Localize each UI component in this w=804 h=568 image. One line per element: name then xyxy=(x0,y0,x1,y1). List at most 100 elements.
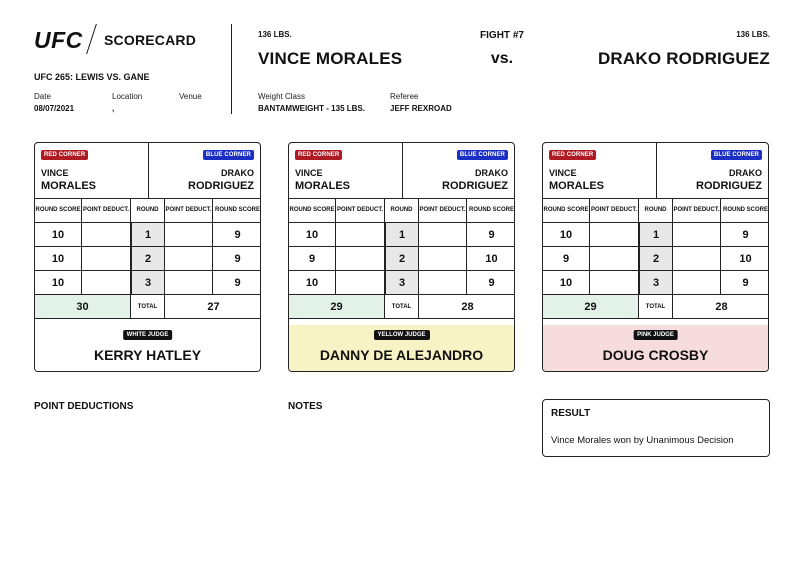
red-point-deduct xyxy=(590,271,639,295)
red-fighter-name: VINCE MORALES xyxy=(258,49,403,68)
red-round-score: 9 xyxy=(289,247,336,271)
weight-class-value: BANTAMWEIGHT - 135 LBS. xyxy=(258,104,365,113)
total-label: TOTAL xyxy=(639,295,673,319)
date-label: Date xyxy=(34,92,51,101)
round-number: 2 xyxy=(385,247,419,271)
blue-total-score: 28 xyxy=(419,295,514,319)
judge-area: WHITE JUDGE KERRY HATLEY xyxy=(35,325,260,371)
red-point-deduct-header: POINT DEDUCT. xyxy=(82,199,131,223)
blue-round-score: 9 xyxy=(213,223,260,247)
red-last-name: MORALES xyxy=(41,180,96,192)
red-round-score: 10 xyxy=(35,271,82,295)
judge-scorecard: RED CORNER BLUE CORNER VINCE MORALES DRAKO RO… xyxy=(542,142,769,372)
blue-last-name: RODRIGUEZ xyxy=(696,180,762,192)
red-fighter-weight: 136 LBS. xyxy=(258,30,292,39)
blue-first-name: DRAKO xyxy=(475,168,508,178)
red-round-score: 10 xyxy=(543,223,590,247)
blue-total-score: 28 xyxy=(673,295,768,319)
judge-color-badge: WHITE JUDGE xyxy=(122,330,173,340)
vs-label: vs. xyxy=(490,50,514,67)
red-round-score: 10 xyxy=(35,247,82,271)
judge-scorecard: RED CORNER BLUE CORNER VINCE MORALES DRAKO RO… xyxy=(288,142,515,372)
red-point-deduct xyxy=(590,223,639,247)
fighter-names: RED CORNER BLUE CORNER VINCE MORALES DRAKO RO… xyxy=(35,143,260,199)
result-box: RESULT Vince Morales won by Unanimous De… xyxy=(542,399,770,457)
blue-corner-badge: BLUE CORNER xyxy=(202,150,254,160)
judge-area: YELLOW JUDGE DANNY DE ALEJANDRO xyxy=(289,325,514,371)
blue-round-score: 10 xyxy=(467,247,514,271)
blue-round-score: 9 xyxy=(213,247,260,271)
red-point-deduct xyxy=(336,223,385,247)
fighter-names: RED CORNER BLUE CORNER VINCE MORALES DRAKO RO… xyxy=(289,143,514,199)
blue-last-name: RODRIGUEZ xyxy=(188,180,254,192)
weight-class-label: Weight Class xyxy=(258,92,305,101)
judge-name: KERRY HATLEY xyxy=(93,347,202,363)
red-total-score: 30 xyxy=(35,295,131,319)
blue-round-score-header: ROUND SCORE xyxy=(467,199,514,223)
scorecard-title: SCORECARD xyxy=(104,32,197,48)
round-header: ROUND xyxy=(639,199,673,223)
judge-name: DANNY DE ALEJANDRO xyxy=(319,347,484,363)
venue-label: Venue xyxy=(179,92,202,101)
blue-point-deduct xyxy=(419,271,467,295)
referee-value: JEFF REXROAD xyxy=(390,104,452,113)
fight-number: FIGHT #7 xyxy=(480,30,524,41)
blue-point-deduct xyxy=(165,247,213,271)
names-divider xyxy=(148,143,149,199)
red-point-deduct xyxy=(82,271,131,295)
red-last-name: MORALES xyxy=(295,180,350,192)
blue-round-score: 9 xyxy=(213,271,260,295)
blue-round-score: 10 xyxy=(721,247,768,271)
blue-point-deduct xyxy=(165,223,213,247)
blue-corner-badge: BLUE CORNER xyxy=(710,150,762,160)
judge-color-badge: PINK JUDGE xyxy=(633,330,678,340)
blue-round-score: 9 xyxy=(467,271,514,295)
blue-point-deduct xyxy=(673,247,721,271)
blue-round-score-header: ROUND SCORE xyxy=(213,199,260,223)
blue-point-deduct xyxy=(165,271,213,295)
red-corner-badge: RED CORNER xyxy=(41,150,89,160)
red-point-deduct-header: POINT DEDUCT. xyxy=(336,199,385,223)
red-point-deduct-header: POINT DEDUCT. xyxy=(590,199,639,223)
blue-round-score-header: ROUND SCORE xyxy=(721,199,768,223)
names-divider xyxy=(402,143,403,199)
blue-round-score: 9 xyxy=(467,223,514,247)
red-total-score: 29 xyxy=(543,295,639,319)
blue-point-deduct xyxy=(673,223,721,247)
judge-name: DOUG CROSBY xyxy=(602,347,709,363)
blue-corner-badge: BLUE CORNER xyxy=(456,150,508,160)
location-value: , xyxy=(112,104,115,113)
red-round-score: 10 xyxy=(289,271,336,295)
red-total-score: 29 xyxy=(289,295,385,319)
logo-divider xyxy=(86,24,97,54)
red-first-name: VINCE xyxy=(41,168,69,178)
blue-point-deduct xyxy=(419,223,467,247)
round-number: 3 xyxy=(385,271,419,295)
round-number: 2 xyxy=(639,247,673,271)
round-number: 1 xyxy=(131,223,165,247)
judge-color-badge: YELLOW JUDGE xyxy=(373,330,430,340)
red-first-name: VINCE xyxy=(295,168,323,178)
red-round-score: 10 xyxy=(289,223,336,247)
location-label: Location xyxy=(112,92,143,101)
point-deductions-title: POINT DEDUCTIONS xyxy=(34,401,134,412)
red-round-score-header: ROUND SCORE xyxy=(35,199,82,223)
red-point-deduct xyxy=(336,247,385,271)
date-value: 08/07/2021 xyxy=(34,104,75,113)
total-label: TOTAL xyxy=(385,295,419,319)
header-divider xyxy=(231,24,232,114)
red-last-name: MORALES xyxy=(549,180,604,192)
red-round-score: 10 xyxy=(543,271,590,295)
blue-point-deduct-header: POINT DEDUCT. xyxy=(673,199,721,223)
red-corner-badge: RED CORNER xyxy=(549,150,597,160)
blue-first-name: DRAKO xyxy=(729,168,762,178)
notes-title: NOTES xyxy=(288,401,323,412)
red-point-deduct xyxy=(82,223,131,247)
red-point-deduct xyxy=(336,271,385,295)
blue-round-score: 9 xyxy=(721,271,768,295)
round-number: 3 xyxy=(639,271,673,295)
red-first-name: VINCE xyxy=(549,168,577,178)
blue-total-score: 27 xyxy=(165,295,260,319)
round-header: ROUND xyxy=(131,199,165,223)
round-number: 1 xyxy=(639,223,673,247)
